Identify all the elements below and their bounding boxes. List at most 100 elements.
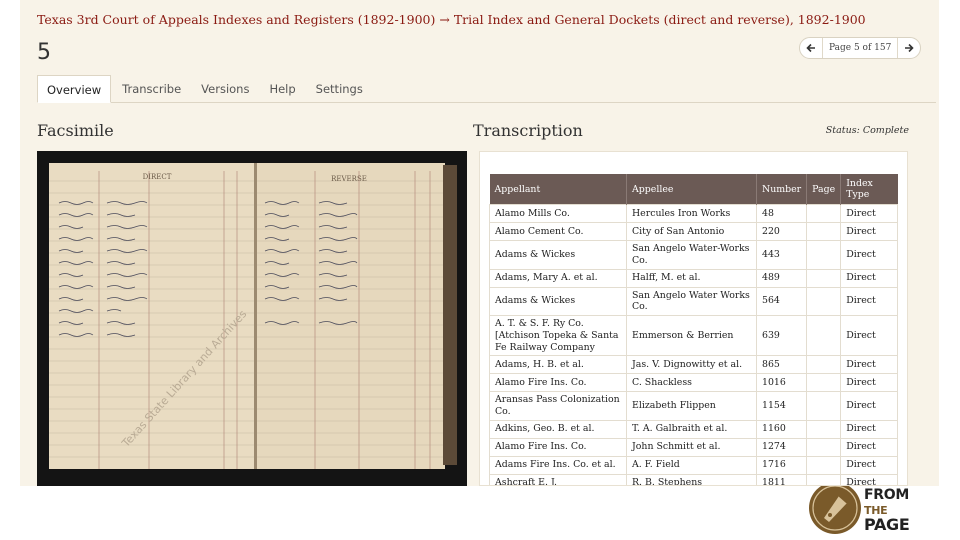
cell-appellee: Halff, M. et al. bbox=[626, 268, 757, 288]
cell-appellant: Adams, Mary A. et al. bbox=[489, 268, 627, 288]
table-row: Adkins, Geo. B. et al. T. A. Galbraith et… bbox=[489, 419, 898, 439]
from-the-page-logo: FROM THE PAGE bbox=[808, 486, 958, 538]
cell-page bbox=[806, 355, 842, 375]
cell-index-type: Direct bbox=[840, 286, 898, 316]
cell-index-type: Direct bbox=[840, 268, 898, 288]
breadcrumb-separator: → bbox=[439, 12, 450, 27]
cell-index-type: Direct bbox=[840, 240, 898, 270]
cell-page bbox=[806, 419, 842, 439]
transcription-table: Appellant Appellee Number Page Index Typ… bbox=[489, 174, 898, 485]
cell-number: 564 bbox=[755, 286, 808, 316]
cell-appellee: John Schmitt et al. bbox=[626, 437, 757, 457]
table-row: Ashcraft E. J. R. B. Stephens 1811 Direct bbox=[489, 473, 898, 485]
cell-appellant: Adams, H. B. et al. bbox=[489, 355, 627, 375]
cell-number: 1160 bbox=[755, 419, 808, 439]
page-title: 5 bbox=[37, 40, 51, 65]
cell-index-type: Direct bbox=[840, 204, 898, 223]
table-row: Adams & Wickes San Angelo Water-Works Co.… bbox=[489, 240, 898, 270]
cell-page bbox=[806, 373, 842, 393]
cell-index-type: Direct bbox=[840, 373, 898, 393]
main-panel: Texas 3rd Court of Appeals Indexes and R… bbox=[20, 0, 939, 486]
table-row: Alamo Fire Ins. Co. C. Shackless 1016 Direc… bbox=[489, 373, 898, 393]
cell-index-type: Direct bbox=[840, 314, 898, 357]
breadcrumb-collection-link[interactable]: Texas 3rd Court of Appeals Indexes and R… bbox=[37, 12, 435, 27]
tab-bar: Overview Transcribe Versions Help Settin… bbox=[37, 75, 936, 103]
facsimile-image[interactable]: DIRECT REVERSE Texas State Library and A… bbox=[37, 151, 467, 486]
tab-settings[interactable]: Settings bbox=[307, 75, 372, 103]
transcription-panel: Appellant Appellee Number Page Index Typ… bbox=[479, 151, 908, 486]
cell-number: 1016 bbox=[755, 373, 808, 393]
cell-appellee: Emmerson & Berrien bbox=[626, 314, 757, 357]
cell-page bbox=[806, 240, 842, 270]
next-page-button[interactable] bbox=[898, 38, 920, 58]
breadcrumb-work-link[interactable]: Trial Index and General Dockets (direct … bbox=[454, 12, 866, 27]
cell-number: 443 bbox=[755, 240, 808, 270]
cell-appellant: A. T. & S. F. Ry Co. [Atchison Topeka & … bbox=[489, 314, 627, 357]
cell-appellant: Adkins, Geo. B. et al. bbox=[489, 419, 627, 439]
table-row: Aransas Pass Colonization Co. Elizabeth F… bbox=[489, 391, 898, 421]
cell-appellant: Alamo Cement Co. bbox=[489, 222, 627, 241]
cell-appellee: Jas. V. Dignowitty et al. bbox=[626, 355, 757, 375]
cell-index-type: Direct bbox=[840, 391, 898, 421]
pen-nib-icon bbox=[809, 486, 861, 534]
cell-page bbox=[806, 314, 842, 357]
logo-text-line3: PAGE bbox=[864, 515, 910, 534]
cell-appellant: Aransas Pass Colonization Co. bbox=[489, 391, 627, 421]
previous-page-button[interactable] bbox=[800, 38, 822, 58]
table-row: Adams & Wickes San Angelo Water Works Co.… bbox=[489, 286, 898, 316]
cell-appellant: Adams & Wickes bbox=[489, 286, 627, 316]
breadcrumb: Texas 3rd Court of Appeals Indexes and R… bbox=[37, 12, 866, 27]
cell-index-type: Direct bbox=[840, 437, 898, 457]
tab-transcribe[interactable]: Transcribe bbox=[113, 75, 190, 103]
cell-page bbox=[806, 222, 842, 241]
tab-help[interactable]: Help bbox=[260, 75, 304, 103]
cell-page bbox=[806, 437, 842, 457]
cell-appellee: San Angelo Water Works Co. bbox=[626, 286, 757, 316]
cell-page bbox=[806, 473, 842, 485]
cell-index-type: Direct bbox=[840, 419, 898, 439]
cell-appellant: Ashcraft E. J. bbox=[489, 473, 627, 485]
cell-appellant: Alamo Fire Ins. Co. bbox=[489, 437, 627, 457]
ledger-reverse-label: REVERSE bbox=[331, 175, 367, 183]
cell-number: 865 bbox=[755, 355, 808, 375]
table-row: Alamo Mills Co. Hercules Iron Works 48 Dire… bbox=[489, 204, 898, 223]
cell-appellee: A. F. Field bbox=[626, 455, 757, 475]
cell-page bbox=[806, 286, 842, 316]
tab-versions[interactable]: Versions bbox=[192, 75, 258, 103]
cell-appellee: City of San Antonio bbox=[626, 222, 757, 241]
cell-appellant: Adams Fire Ins. Co. et al. bbox=[489, 455, 627, 475]
table-row: A. T. & S. F. Ry Co. [Atchison Topeka & … bbox=[489, 314, 898, 357]
cell-appellant: Alamo Fire Ins. Co. bbox=[489, 373, 627, 393]
column-header-appellee: Appellee bbox=[626, 174, 757, 205]
cell-appellee: Hercules Iron Works bbox=[626, 204, 757, 223]
transcription-table-body: Alamo Mills Co. Hercules Iron Works 48 Dire… bbox=[489, 204, 898, 485]
cell-number: 489 bbox=[755, 268, 808, 288]
table-row: Adams Fire Ins. Co. et al. A. F. Field 171… bbox=[489, 455, 898, 475]
cell-number: 639 bbox=[755, 314, 808, 357]
logo-text-line1: FROM bbox=[864, 487, 909, 503]
arrow-right-icon bbox=[905, 43, 914, 53]
cell-number: 1811 bbox=[755, 473, 808, 485]
table-row: Adams, Mary A. et al. Halff, M. et al. 489… bbox=[489, 268, 898, 288]
tab-overview[interactable]: Overview bbox=[37, 75, 112, 103]
column-header-number: Number bbox=[756, 174, 808, 205]
transcription-heading: Transcription bbox=[473, 121, 583, 140]
cell-page bbox=[806, 268, 842, 288]
cell-appellee: San Angelo Water-Works Co. bbox=[626, 240, 757, 270]
table-header-row: Appellant Appellee Number Page Index Typ… bbox=[489, 174, 898, 205]
cell-index-type: Direct bbox=[840, 355, 898, 375]
status-label: Status: Complete bbox=[825, 125, 909, 136]
cell-number: 220 bbox=[755, 222, 808, 241]
cell-number: 1274 bbox=[755, 437, 808, 457]
cell-appellee: Elizabeth Flippen bbox=[626, 391, 757, 421]
cell-number: 48 bbox=[755, 204, 808, 223]
cell-appellee: C. Shackless bbox=[626, 373, 757, 393]
table-row: Alamo Fire Ins. Co. John Schmitt et al. 12… bbox=[489, 437, 898, 457]
page-count-label: Page 5 of 157 bbox=[822, 38, 899, 58]
column-header-index-type: Index Type bbox=[840, 174, 898, 205]
cell-number: 1716 bbox=[755, 455, 808, 475]
table-row: Alamo Cement Co. City of San Antonio 220 Di… bbox=[489, 222, 898, 241]
cell-index-type: Direct bbox=[840, 455, 898, 475]
cell-appellee: R. B. Stephens bbox=[626, 473, 757, 485]
column-header-appellant: Appellant bbox=[489, 174, 627, 205]
